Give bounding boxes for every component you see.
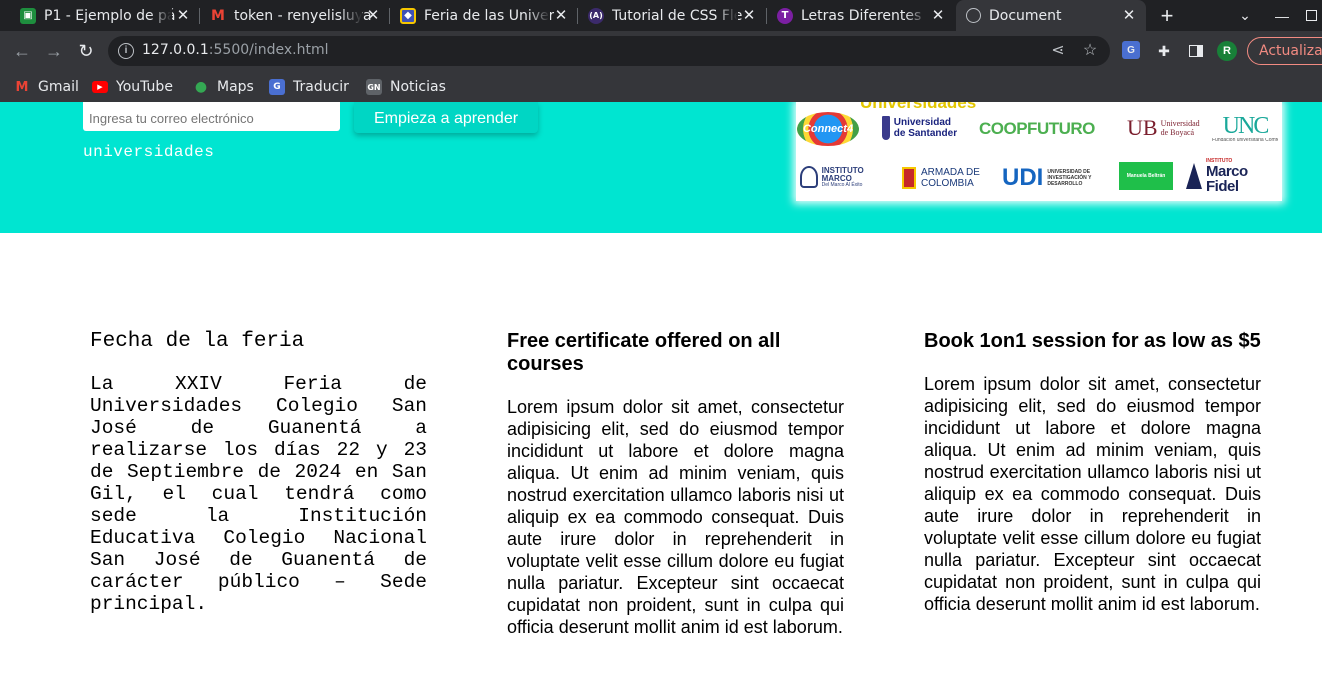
reload-icon[interactable]: ↻ bbox=[74, 39, 98, 63]
bookmark-label: YouTube bbox=[116, 79, 173, 95]
tab-css-flex[interactable]: (A) Tutorial de CSS Fle ✕ bbox=[578, 0, 766, 31]
tab-strip: ▣ P1 - Ejemplo de pá ✕ M token - renyeli… bbox=[0, 0, 1322, 31]
profile-avatar[interactable]: R bbox=[1217, 41, 1237, 61]
bookmark-label: Gmail bbox=[38, 79, 79, 95]
tab-letras[interactable]: T Letras Diferentes ✕ bbox=[767, 0, 955, 31]
universities-logo-banner: Universidades Connect4 Universidad de Sa… bbox=[796, 102, 1282, 201]
armada-logo: ARMADA DE COLOMBIA bbox=[902, 164, 992, 192]
bookmark-label: Noticias bbox=[390, 79, 446, 95]
tab-feria[interactable]: ◆ Feria de las Univer ✕ bbox=[390, 0, 578, 31]
bookmarks-bar: M Gmail ▶ YouTube ● Maps G Traducir GN N… bbox=[0, 71, 1322, 102]
feature-text: Lorem ipsum dolor sit amet, consectetur … bbox=[507, 397, 844, 637]
bookmark-star-icon[interactable]: ☆ bbox=[1080, 41, 1100, 61]
back-icon[interactable]: ← bbox=[10, 39, 34, 63]
manuela-beltran-logo: Manuela Beltrán bbox=[1119, 162, 1173, 190]
bookmark-noticias[interactable]: GN Noticias bbox=[366, 76, 446, 98]
forward-icon[interactable]: → bbox=[42, 39, 66, 63]
address-bar[interactable]: i 127.0.0.1:5500/index.html ⋖ ☆ bbox=[108, 36, 1110, 66]
share-icon[interactable]: ⋖ bbox=[1048, 41, 1068, 61]
extensions-puzzle-icon[interactable]: ✚ bbox=[1154, 41, 1174, 61]
site-info-icon[interactable]: i bbox=[118, 43, 134, 59]
bookmark-gmail[interactable]: M Gmail bbox=[14, 76, 79, 98]
browser-toolbar: ← → ↻ i 127.0.0.1:5500/index.html ⋖ ☆ G … bbox=[0, 31, 1322, 71]
gmail-icon: M bbox=[15, 79, 29, 95]
udes-logo: Universidad de Santander bbox=[882, 112, 962, 144]
gmail-icon: M bbox=[211, 7, 225, 24]
youtube-icon: ▶ bbox=[92, 81, 108, 93]
side-panel-icon[interactable] bbox=[1186, 41, 1206, 61]
bookmark-label: Maps bbox=[217, 79, 254, 95]
start-learning-button[interactable]: Empieza a aprender bbox=[354, 102, 538, 133]
bookmark-label: Traducir bbox=[293, 79, 349, 95]
feature-fair-date: Fecha de la feria La XXIV Feria de Unive… bbox=[90, 330, 427, 615]
minimize-icon[interactable]: — bbox=[1270, 0, 1294, 31]
feature-one-on-one: Book 1on1 session for as low as $5 Lorem… bbox=[924, 330, 1261, 615]
bookmark-traducir[interactable]: G Traducir bbox=[269, 76, 349, 98]
translate-icon: G bbox=[269, 79, 285, 95]
page-viewport: Empieza a aprender universidades Univers… bbox=[0, 102, 1322, 674]
update-button[interactable]: Actualizar bbox=[1247, 37, 1322, 65]
feature-title: Free certificate offered on all courses bbox=[507, 330, 781, 375]
boyaca-logo: UB Universidad de Boyacá bbox=[1127, 115, 1200, 140]
universities-link[interactable]: universidades bbox=[83, 143, 214, 161]
google-translate-icon[interactable]: G bbox=[1122, 41, 1140, 59]
globe-icon bbox=[966, 8, 981, 23]
classroom-icon: ▣ bbox=[20, 7, 36, 24]
tab-gmail-token[interactable]: M token - renyelisluya ✕ bbox=[200, 0, 390, 31]
maps-icon: ● bbox=[194, 79, 208, 95]
marco-fidel-logo: INSTITUTO Marco Fidel bbox=[1186, 158, 1282, 194]
feature-title: Book 1on1 session for as low as $5 bbox=[924, 330, 1261, 352]
udi-logo: UDI UNIVERSIDAD DE INVESTIGACIÓN Y DESAR… bbox=[1002, 164, 1092, 191]
hero-section: Empieza a aprender universidades Univers… bbox=[0, 102, 1322, 233]
feature-text: La XXIV Feria de Universidades Colegio S… bbox=[90, 373, 427, 615]
close-tab-icon[interactable]: ✕ bbox=[364, 6, 382, 24]
tab-classroom[interactable]: ▣ P1 - Ejemplo de pá ✕ bbox=[10, 0, 200, 31]
feature-title: Fecha de la feria bbox=[90, 330, 305, 353]
instituto-marco-logo: INSTITUTO MARCO Del Marco Al Éxito bbox=[800, 164, 894, 190]
bookmark-maps[interactable]: ● Maps bbox=[193, 76, 254, 98]
tab-search-chevron-icon[interactable]: ⌄ bbox=[1233, 0, 1257, 31]
close-tab-icon[interactable]: ✕ bbox=[740, 6, 758, 24]
close-tab-icon[interactable]: ✕ bbox=[1120, 6, 1138, 24]
coopfuturo-logo: COOPFUTURO bbox=[979, 118, 1095, 138]
connect4-logo: Connect4 bbox=[797, 112, 859, 146]
maximize-icon[interactable] bbox=[1300, 0, 1322, 31]
url-text[interactable]: 127.0.0.1:5500/index.html bbox=[142, 42, 329, 58]
feature-free-certificate: Free certificate offered on all courses … bbox=[507, 330, 844, 638]
news-icon: GN bbox=[366, 79, 382, 95]
tab-title: Letras Diferentes bbox=[801, 7, 922, 24]
unc-logo: UNC Fundación universitaria Comfenalco S… bbox=[1212, 112, 1278, 143]
feature-text: Lorem ipsum dolor sit amet, consectetur … bbox=[924, 374, 1261, 614]
tab-document[interactable]: Document ✕ bbox=[956, 0, 1146, 31]
close-tab-icon[interactable]: ✕ bbox=[929, 6, 947, 24]
bookmark-youtube[interactable]: ▶ YouTube bbox=[92, 76, 173, 98]
letters-icon: T bbox=[777, 7, 793, 24]
close-tab-icon[interactable]: ✕ bbox=[552, 6, 570, 24]
new-tab-icon[interactable]: + bbox=[1154, 0, 1180, 31]
close-tab-icon[interactable]: ✕ bbox=[174, 6, 192, 24]
email-field[interactable] bbox=[83, 102, 340, 131]
school-crest-icon: ◆ bbox=[400, 7, 416, 24]
tab-title: Document bbox=[989, 7, 1062, 24]
tutorial-icon: (A) bbox=[588, 7, 604, 24]
